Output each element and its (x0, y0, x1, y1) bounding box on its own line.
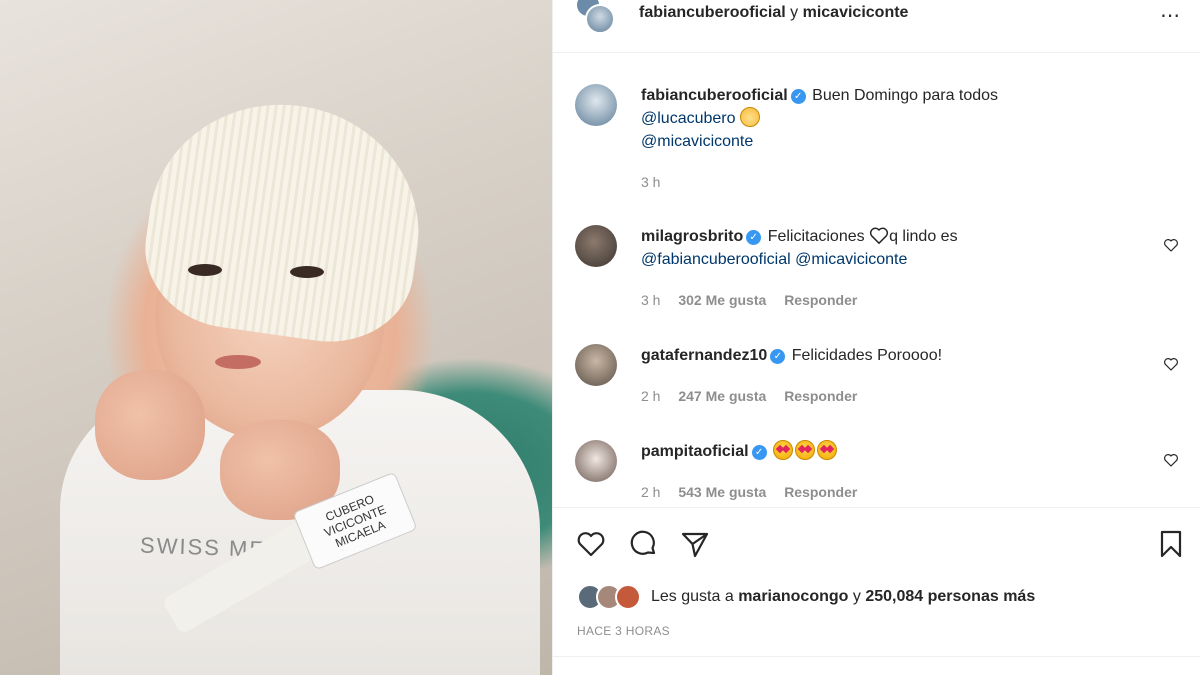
likes-username[interactable]: marianocongo (738, 588, 848, 605)
likes-text: Les gusta a marianocongo y 250,084 perso… (651, 588, 1035, 606)
baby-mouth (215, 355, 261, 369)
caption-username[interactable]: fabiancuberooficial (641, 87, 788, 104)
baby-hand-left (95, 370, 205, 480)
comment-bubble-icon[interactable] (627, 528, 659, 560)
baby-eye-right (290, 266, 324, 278)
caption-content: fabiancuberooficial ✓ Buen Domingo para t… (641, 84, 1161, 194)
avatar[interactable] (575, 344, 617, 386)
comment-time[interactable]: 3 h (641, 292, 660, 308)
comment-text-after: q lindo es (889, 228, 958, 245)
post-timestamp[interactable]: HACE 3 HORAS (577, 624, 670, 638)
baby-eye-left (188, 264, 222, 276)
star-struck-emoji-icon (773, 440, 794, 460)
avatar[interactable] (575, 440, 617, 482)
caption-time[interactable]: 3 h (641, 174, 660, 190)
post-details-panel: fabiancuberooficial y micaviciconte ⋯ fa… (552, 0, 1200, 675)
comment-likes[interactable]: 543 Me gusta (678, 484, 766, 500)
verified-badge-icon: ✓ (790, 89, 806, 104)
verified-badge-icon: ✓ (746, 230, 762, 245)
likes-prefix: Les gusta a (651, 588, 734, 605)
comment-content: pampitaoficial ✓ 2 h 543 Me gusta Respond… (641, 440, 1161, 504)
header-avatars[interactable] (575, 0, 615, 36)
divider (553, 656, 1200, 657)
avatar[interactable] (575, 84, 617, 126)
comment-reply-button[interactable]: Responder (784, 388, 857, 404)
comment-reply-button[interactable]: Responder (784, 292, 857, 308)
likes-joiner: y (852, 588, 861, 605)
header-username-2[interactable]: micaviciconte (803, 4, 909, 21)
like-comment-heart-icon[interactable] (1163, 452, 1179, 468)
avatar (615, 584, 641, 610)
verified-badge-icon: ✓ (751, 445, 767, 460)
post-header: fabiancuberooficial y micaviciconte ⋯ (553, 0, 1200, 53)
comment-likes[interactable]: 247 Me gusta (678, 388, 766, 404)
comment-content: milagrosbrito ✓ Felicitaciones q lindo es… (641, 225, 1161, 312)
heart-outline-icon (870, 227, 889, 244)
comments-list[interactable]: fabiancuberooficial ✓ Buen Domingo para t… (553, 54, 1200, 506)
comment-text: Felicidades Poroooo! (791, 347, 943, 364)
post-actions: Les gusta a marianocongo y 250,084 perso… (553, 507, 1200, 675)
star-struck-emoji-icon (817, 440, 838, 460)
baby-emoji-icon (739, 107, 760, 127)
comment-username[interactable]: gatafernandez10 (641, 347, 767, 364)
liker-avatars (577, 584, 643, 610)
comment-username[interactable]: pampitaoficial (641, 443, 749, 460)
like-comment-heart-icon[interactable] (1163, 356, 1179, 372)
comment-time[interactable]: 2 h (641, 388, 660, 404)
save-bookmark-icon[interactable] (1155, 528, 1187, 560)
comment-mention-2[interactable]: @micaviciconte (795, 251, 907, 268)
star-struck-emoji-icon (795, 440, 816, 460)
avatar[interactable] (585, 4, 615, 34)
comment-time[interactable]: 2 h (641, 484, 660, 500)
like-comment-heart-icon[interactable] (1163, 237, 1179, 253)
caption-mention-1[interactable]: @lucacubero (641, 110, 736, 127)
caption-text: Buen Domingo para todos (812, 87, 999, 104)
likes-count[interactable]: 250,084 personas más (865, 588, 1035, 605)
header-joiner: y (790, 4, 799, 21)
comment-reply-button[interactable]: Responder (784, 484, 857, 500)
more-options-icon[interactable]: ⋯ (1160, 3, 1181, 28)
comment-username[interactable]: milagrosbrito (641, 228, 743, 245)
avatar[interactable] (575, 225, 617, 267)
comment-likes[interactable]: 302 Me gusta (678, 292, 766, 308)
comment-content: gatafernandez10 ✓ Felicidades Poroooo! 2 … (641, 344, 1161, 408)
caption-mention-2[interactable]: @micaviciconte (641, 133, 753, 150)
post-photo[interactable]: SWISS MED CUBERO VICICONTE MICAELA (0, 0, 552, 675)
verified-badge-icon: ✓ (770, 349, 786, 364)
likes-summary: Les gusta a marianocongo y 250,084 perso… (577, 583, 1035, 611)
comment-text: Felicitaciones (767, 228, 865, 245)
header-username-1[interactable]: fabiancuberooficial (639, 4, 786, 21)
comment-mention-1[interactable]: @fabiancuberooficial (641, 251, 791, 268)
header-title: fabiancuberooficial y micaviciconte (639, 4, 908, 22)
like-heart-icon[interactable] (575, 528, 607, 560)
share-send-icon[interactable] (679, 528, 711, 560)
